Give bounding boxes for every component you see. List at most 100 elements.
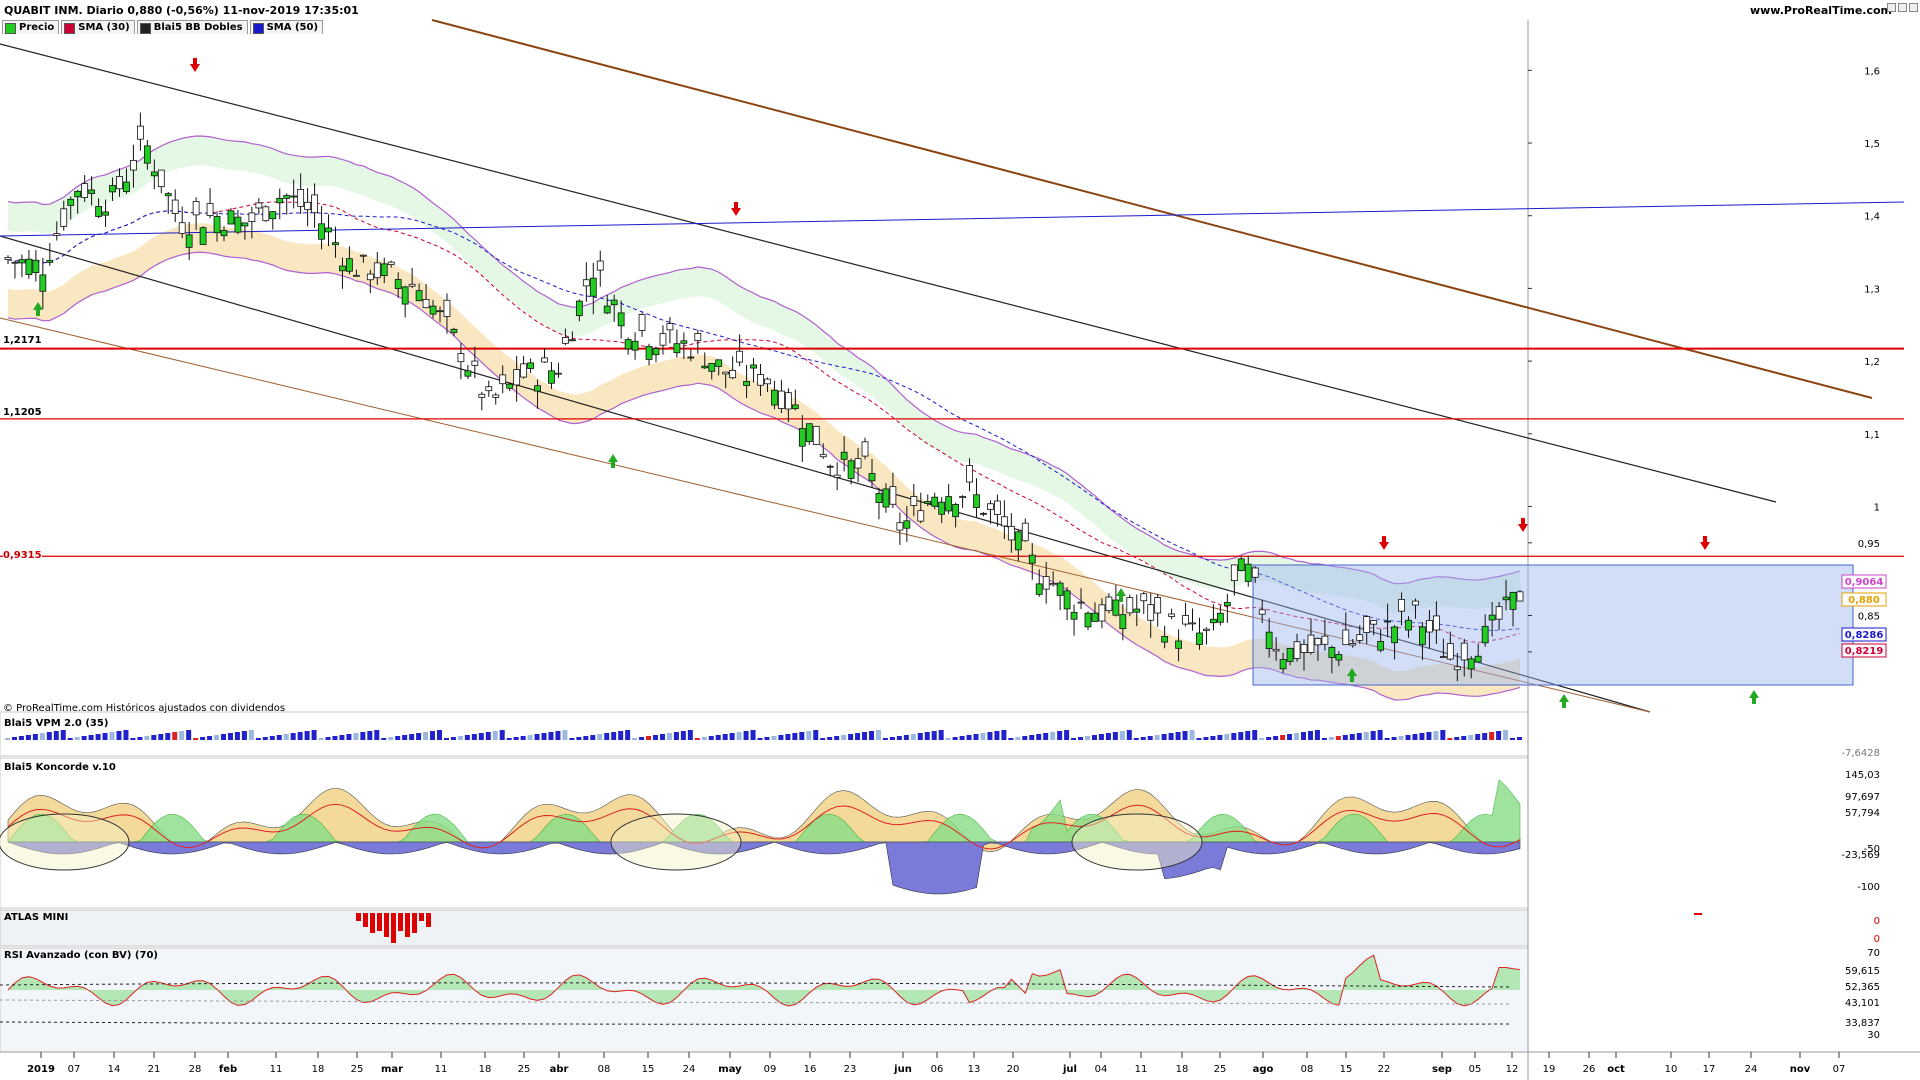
price-badge: 0,8286 xyxy=(1841,627,1887,642)
candle-body xyxy=(520,363,528,378)
candle-body xyxy=(464,370,472,377)
vpm-bar xyxy=(1043,733,1049,740)
vpm-bar xyxy=(659,734,665,740)
vpm-bar xyxy=(1391,737,1397,740)
vpm-bar xyxy=(123,730,129,740)
candle-body xyxy=(199,227,207,245)
vpm-bar xyxy=(1036,734,1042,740)
candle-body xyxy=(157,169,165,188)
x-tick-label: sep xyxy=(1432,1064,1452,1075)
vpm-bar xyxy=(1105,733,1111,740)
candle-body xyxy=(847,460,855,479)
vpm-bar xyxy=(1203,737,1209,740)
candle-body xyxy=(861,441,869,457)
vpm-bar xyxy=(388,737,394,740)
atlas-panel xyxy=(0,909,1529,947)
vpm-bar xyxy=(1301,732,1306,740)
vpm-bar xyxy=(339,735,345,740)
vpm-bar xyxy=(1078,737,1084,740)
candle-body xyxy=(206,203,214,216)
candle-body xyxy=(109,185,116,193)
candle-body xyxy=(4,257,12,261)
candle-body xyxy=(1133,608,1141,613)
y-tick-label: 1,3 xyxy=(1864,284,1880,295)
vpm-bar xyxy=(1314,730,1320,740)
candle-body xyxy=(255,202,263,209)
vpm-bar xyxy=(1489,732,1495,740)
vpm-bar xyxy=(360,732,366,740)
x-tick-label: 17 xyxy=(1703,1064,1716,1075)
vpm-bar xyxy=(799,732,805,740)
candle-body xyxy=(736,350,744,363)
vpm-bar xyxy=(764,737,770,740)
x-tick-label: 26 xyxy=(1583,1064,1596,1075)
candle-body xyxy=(1091,612,1099,622)
vpm-bar xyxy=(917,733,923,740)
vpm-bar xyxy=(1189,730,1195,740)
x-tick-label: 18 xyxy=(479,1064,492,1075)
candle-body xyxy=(854,458,862,469)
candle-body xyxy=(610,299,618,306)
vpm-bar xyxy=(1057,731,1063,740)
vpm-bar xyxy=(903,735,909,740)
candle-body xyxy=(708,363,716,372)
candle-body xyxy=(1328,647,1336,658)
candle-body xyxy=(980,512,987,515)
candle-body xyxy=(513,369,521,386)
candle-body xyxy=(1377,640,1385,651)
atlas-bar xyxy=(363,913,368,927)
vpm-bar xyxy=(1133,738,1139,740)
vpm-bar xyxy=(827,737,833,740)
candle-body xyxy=(624,339,632,350)
candle-body xyxy=(1014,531,1022,551)
atlas-bar xyxy=(356,913,361,921)
candle-body xyxy=(1258,609,1266,615)
vpm-bar xyxy=(1091,735,1097,740)
vpm-bar xyxy=(1468,735,1474,740)
y-tick-label: 1,2 xyxy=(1864,357,1880,368)
chart-canvas[interactable]: -7,6428145,0397,69757,794-50-23,569-1000… xyxy=(0,0,1920,1080)
vpm-bar xyxy=(374,730,380,740)
candle-body xyxy=(750,364,757,369)
candle-body xyxy=(1230,564,1238,582)
candle-body xyxy=(541,357,548,363)
vpm-bar xyxy=(1377,730,1383,740)
vpm-bar xyxy=(186,730,192,740)
atlas-bar xyxy=(405,913,410,937)
candle-body xyxy=(952,504,960,518)
vpm-bar xyxy=(1349,734,1355,740)
vpm-bar xyxy=(590,735,596,740)
candle-body xyxy=(311,194,318,214)
candle-body xyxy=(262,206,270,222)
x-tick-label: 11 xyxy=(1135,1064,1148,1075)
vpm-bar xyxy=(862,732,868,740)
candle-body xyxy=(102,211,109,216)
vpm-right-label: -7,6428 xyxy=(1841,748,1880,759)
x-tick-label: 08 xyxy=(1301,1064,1314,1075)
candle-body xyxy=(1210,618,1217,624)
vpm-bar xyxy=(74,737,80,740)
candle-body xyxy=(325,227,332,233)
candle-body xyxy=(1321,635,1329,645)
candle-body xyxy=(1237,558,1245,571)
rsi-tick-label: 70 xyxy=(1867,948,1880,959)
buy-arrow-icon xyxy=(1559,694,1569,708)
candle-body xyxy=(1098,604,1106,622)
candle-body xyxy=(1502,596,1510,601)
vpm-bar xyxy=(1280,735,1286,740)
candle-body xyxy=(722,371,730,375)
candle-body xyxy=(241,222,249,227)
candle-body xyxy=(450,328,458,333)
price-badge-label: 0,8219 xyxy=(1845,646,1884,657)
x-tick-label: 05 xyxy=(1469,1064,1482,1075)
vpm-bar xyxy=(1510,738,1516,740)
vpm-bar xyxy=(1370,731,1376,740)
candle-body xyxy=(213,216,221,234)
vpm-bar xyxy=(193,738,199,740)
candle-body xyxy=(304,201,312,211)
candle-body xyxy=(931,496,939,507)
x-tick-label: jun xyxy=(893,1064,912,1075)
vpm-bar xyxy=(625,730,631,740)
candle-body xyxy=(1419,626,1426,645)
candle-body xyxy=(938,501,946,515)
